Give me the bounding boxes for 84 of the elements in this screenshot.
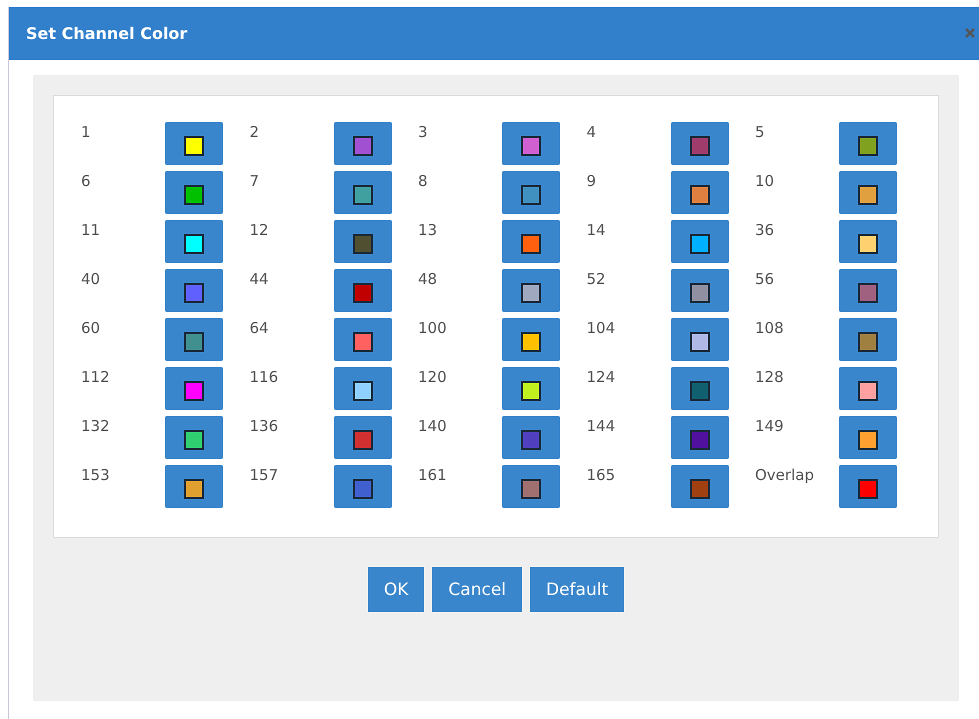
- color-swatch-button[interactable]: [670, 122, 728, 165]
- channel-label: 36: [755, 220, 776, 240]
- color-swatch-button[interactable]: [165, 122, 223, 165]
- color-swatch-button[interactable]: [334, 465, 392, 508]
- channel-label: 48: [418, 269, 438, 289]
- color-swatch-button[interactable]: [670, 220, 728, 263]
- color-swatch-button[interactable]: [670, 416, 728, 459]
- color-swatch-button[interactable]: [502, 465, 560, 508]
- channel-label: 112: [81, 367, 111, 387]
- channel-label: 12: [250, 220, 270, 240]
- channel-label: 104: [586, 318, 616, 338]
- color-swatch-button[interactable]: [334, 122, 392, 165]
- color-swatch-button[interactable]: [334, 269, 392, 312]
- color-swatch-button[interactable]: [165, 465, 223, 508]
- channel-label: 11: [81, 220, 102, 240]
- color-swatch-button[interactable]: [334, 367, 392, 410]
- channel-label: Overlap: [755, 465, 815, 485]
- channel-label: 1: [81, 122, 92, 142]
- channel-label: 120: [418, 367, 448, 387]
- channel-label: 52: [586, 269, 607, 289]
- dialog-button[interactable]: Cancel: [432, 567, 522, 612]
- color-swatch-button[interactable]: [334, 220, 392, 263]
- channel-label: 108: [755, 318, 785, 338]
- dialog-button[interactable]: OK: [368, 567, 424, 612]
- color-swatch-button[interactable]: [165, 220, 223, 263]
- color-swatch-button[interactable]: [334, 171, 392, 214]
- channel-label: 132: [81, 416, 111, 436]
- channel-label: 40: [81, 269, 102, 289]
- color-swatch-button[interactable]: [839, 122, 897, 165]
- color-swatch-button[interactable]: [502, 318, 560, 361]
- color-swatch-button[interactable]: [670, 367, 728, 410]
- color-swatch-button[interactable]: [502, 220, 560, 263]
- channel-label: 144: [586, 416, 616, 436]
- channel-label: 165: [586, 465, 616, 485]
- channel-label: 13: [418, 220, 438, 240]
- color-swatch-button[interactable]: [839, 367, 897, 410]
- color-swatch-button[interactable]: [502, 416, 560, 459]
- channel-label: 3: [418, 122, 429, 142]
- channel-label: 9: [586, 171, 598, 191]
- channel-label: 149: [755, 416, 785, 436]
- channel-label: 157: [250, 465, 280, 485]
- dialog-title: Set Channel Color: [26, 24, 188, 43]
- channel-label: 100: [418, 318, 448, 338]
- color-swatch-button[interactable]: [502, 171, 560, 214]
- channel-label: 60: [81, 318, 102, 338]
- color-swatch-button[interactable]: [839, 171, 897, 214]
- color-swatch-button[interactable]: [502, 367, 560, 410]
- color-swatch-button[interactable]: [165, 318, 223, 361]
- channel-label: 6: [81, 171, 92, 191]
- channel-label: 10: [755, 171, 776, 191]
- color-swatch-button[interactable]: [165, 367, 223, 410]
- channel-label: 161: [418, 465, 448, 485]
- channel-label: 116: [250, 367, 280, 387]
- color-swatch-button[interactable]: [334, 318, 392, 361]
- color-swatch-button[interactable]: [670, 171, 728, 214]
- channel-label: 128: [755, 367, 785, 387]
- color-swatch-button[interactable]: [670, 465, 728, 508]
- channel-label: 136: [250, 416, 280, 436]
- color-swatch-button[interactable]: [334, 416, 392, 459]
- channel-label: 64: [250, 318, 270, 338]
- dialog-button[interactable]: Default: [530, 567, 624, 612]
- channel-label: 5: [755, 122, 766, 142]
- channel-label: 4: [586, 122, 598, 142]
- channel-label: 7: [250, 171, 260, 191]
- color-swatch-button[interactable]: [165, 171, 223, 214]
- color-swatch-button[interactable]: [670, 318, 728, 361]
- channel-label: 140: [418, 416, 448, 436]
- color-swatch-button[interactable]: [839, 465, 897, 508]
- color-swatch-button[interactable]: [839, 416, 897, 459]
- color-swatch-button[interactable]: [165, 416, 223, 459]
- channel-label: 8: [418, 171, 429, 191]
- color-swatch-button[interactable]: [502, 122, 560, 165]
- channel-label: 2: [250, 122, 260, 142]
- color-swatch-button[interactable]: [502, 269, 560, 312]
- color-swatch-button[interactable]: [839, 220, 897, 263]
- channel-label: 56: [755, 269, 776, 289]
- channel-label: 153: [81, 465, 111, 485]
- color-swatch-button[interactable]: [839, 269, 897, 312]
- channel-label: 44: [250, 269, 270, 289]
- color-swatch-button[interactable]: [165, 269, 223, 312]
- color-swatch-button[interactable]: [839, 318, 897, 361]
- channel-label: 124: [586, 367, 616, 387]
- color-swatch-button[interactable]: [670, 269, 728, 312]
- channel-label: 14: [586, 220, 607, 240]
